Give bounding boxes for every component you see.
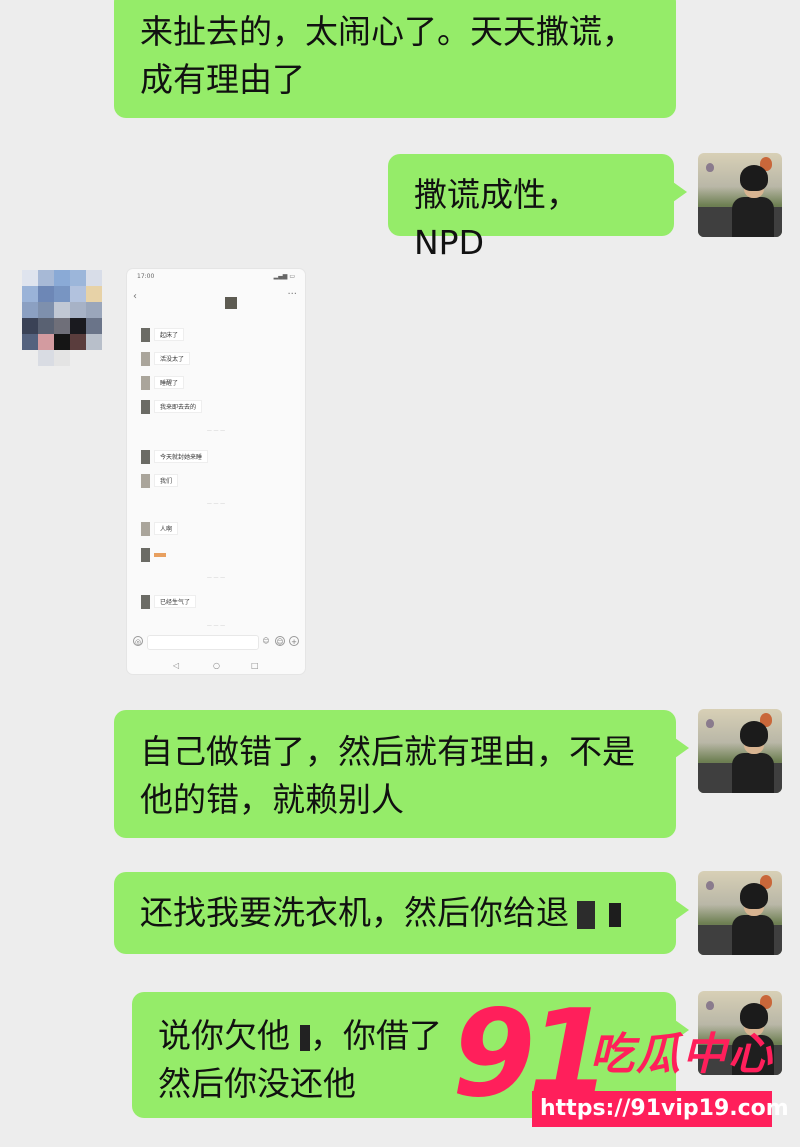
watermark-url: https://91vip19.com — [532, 1091, 789, 1127]
list-item — [141, 547, 166, 562]
back-icon: ‹ — [133, 291, 137, 302]
redacted-text — [300, 1024, 310, 1051]
mini-input-field — [147, 635, 259, 650]
redacted-text — [577, 900, 595, 929]
message-text: 还找我要洗衣机，然后你给退 — [140, 893, 569, 932]
message-text: 撒谎成性，NPD — [414, 175, 579, 262]
list-item: 人啊 — [141, 521, 179, 536]
message-text: 他的错，就赖别人 — [140, 780, 404, 819]
list-item: 活没太了 — [141, 351, 191, 366]
timestamp: — — — — [206, 428, 226, 434]
emoji-icon: ☺ — [262, 637, 270, 645]
status-icons: ▂▄▆ ▭ — [273, 273, 295, 280]
user-avatar[interactable] — [698, 709, 782, 793]
user-avatar[interactable] — [698, 871, 782, 955]
redacted-text — [609, 902, 621, 927]
contact-avatar-blurred[interactable] — [22, 270, 102, 366]
message-bubble-2[interactable]: 撒谎成性，NPD — [388, 154, 687, 262]
nav-home-icon: ○ — [213, 661, 220, 670]
user-avatar[interactable] — [698, 153, 782, 237]
message-text: 成有理由了 — [140, 60, 305, 99]
voice-icon: ◎ — [133, 636, 143, 646]
watermark-name: 吃瓜中心 — [590, 1029, 774, 1080]
plus-icon: + — [289, 636, 299, 646]
list-item: 已经生气了 — [141, 594, 197, 609]
timestamp: — — — — [206, 575, 226, 581]
list-item: 睡醒了 — [141, 375, 185, 390]
sticker-icon: ☺ — [275, 636, 285, 646]
message-text: 说你欠他 — [158, 1016, 290, 1055]
timestamp: — — — — [206, 623, 226, 629]
list-item: 起床了 — [141, 327, 185, 342]
list-item: 我们 — [141, 473, 179, 488]
message-text: ，你借了 — [310, 1016, 442, 1055]
message-bubble-1[interactable]: 来扯去的，太闹心了。天天撒谎， 成有理由了 — [114, 0, 676, 118]
timestamp: — — — — [206, 501, 226, 507]
list-item: 今天就封她来睡 — [141, 449, 209, 464]
message-text: 自己做错了，然后就有理由，不是 — [140, 732, 635, 771]
more-icon: ··· — [287, 289, 297, 300]
redacted-title — [225, 297, 237, 309]
message-text: 来扯去的，太闹心了。天天撒谎， — [140, 12, 635, 51]
watermark-logo: 91 吃瓜中心 https://91vip19.com — [452, 995, 792, 1137]
message-bubble-3[interactable]: 自己做错了，然后就有理由，不是 他的错，就赖别人 — [114, 710, 689, 838]
list-item: 我来即去去的 — [141, 399, 203, 414]
status-time: 17:00 — [137, 273, 155, 280]
chat-screenshot-image[interactable]: 17:00 ▂▄▆ ▭ ‹ ··· 起床了 活没太了 睡醒了 我来即去去的 — … — [126, 268, 306, 675]
nav-back-icon: ◁ — [173, 661, 180, 670]
message-bubble-4[interactable]: 还找我要洗衣机，然后你给退 — [114, 872, 689, 954]
nav-recent-icon: □ — [251, 661, 259, 670]
